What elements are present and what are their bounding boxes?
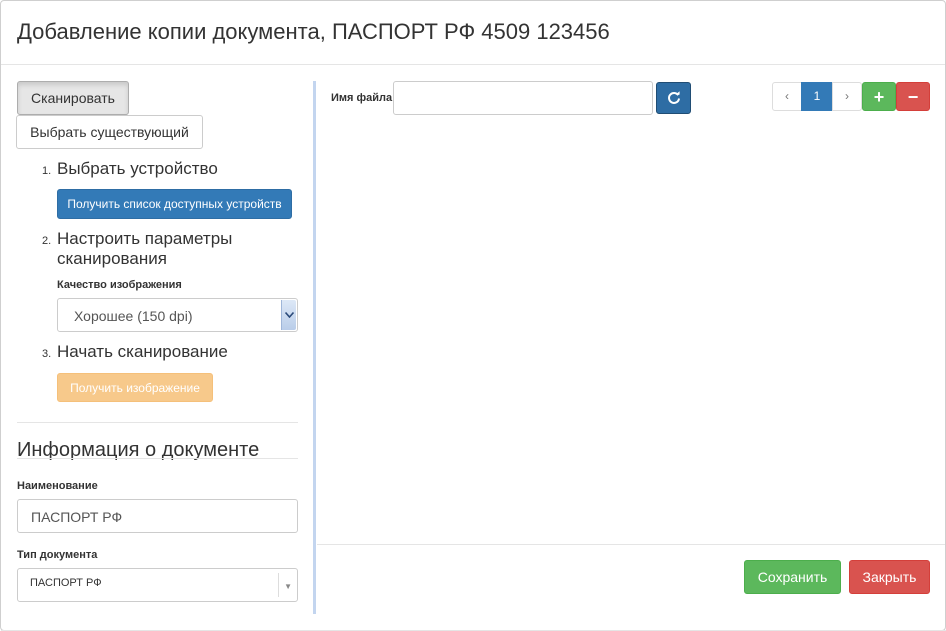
add-page-button[interactable]: + xyxy=(862,82,896,111)
close-button[interactable]: Закрыть xyxy=(849,560,930,594)
document-type-select[interactable]: ПАСПОРТ РФ ▼ xyxy=(17,568,298,602)
get-devices-button[interactable]: Получить список доступных устройств xyxy=(57,189,292,219)
footer-divider xyxy=(317,544,945,545)
minus-icon: − xyxy=(907,86,919,107)
document-name-value: ПАСПОРТ РФ xyxy=(31,509,123,525)
chevron-down-icon[interactable] xyxy=(281,300,296,330)
file-name-label: Имя файла xyxy=(331,92,393,104)
quality-label: Качество изображения xyxy=(57,279,182,291)
divider xyxy=(17,422,298,423)
get-image-button[interactable]: Получить изображение xyxy=(57,373,213,402)
save-button[interactable]: Сохранить xyxy=(744,560,841,594)
page-next-button[interactable]: › xyxy=(832,82,862,111)
select-separator xyxy=(278,573,279,597)
quality-select-value: Хорошее (150 dpi) xyxy=(74,308,193,324)
step-1-number: 1. xyxy=(42,165,52,177)
document-type-label: Тип документа xyxy=(17,549,98,561)
document-type-value: ПАСПОРТ РФ xyxy=(30,577,102,589)
step-2-title-line2: сканирования xyxy=(57,249,167,268)
quality-select[interactable]: Хорошее (150 dpi) xyxy=(57,298,298,332)
column-separator xyxy=(313,81,316,614)
page-current[interactable]: 1 xyxy=(801,82,833,111)
refresh-button[interactable] xyxy=(656,82,691,114)
step-3-number: 3. xyxy=(42,348,52,360)
divider xyxy=(17,458,298,459)
document-name-input[interactable]: ПАСПОРТ РФ xyxy=(17,499,298,533)
file-name-input[interactable] xyxy=(393,81,653,115)
remove-page-button[interactable]: − xyxy=(896,82,930,111)
step-2-title-line1: Настроить параметры xyxy=(57,229,233,248)
add-document-copy-dialog: Добавление копии документа, ПАСПОРТ РФ 4… xyxy=(0,0,946,631)
dialog-header: Добавление копии документа, ПАСПОРТ РФ 4… xyxy=(1,1,945,65)
dialog-title: Добавление копии документа, ПАСПОРТ РФ 4… xyxy=(17,19,610,44)
step-3-title: Начать сканирование xyxy=(57,342,228,361)
plus-icon: + xyxy=(873,86,885,107)
tab-select-existing[interactable]: Выбрать существующий xyxy=(16,115,203,149)
step-2-number: 2. xyxy=(42,235,52,247)
step-1-title: Выбрать устройство xyxy=(57,159,218,178)
caret-down-icon[interactable]: ▼ xyxy=(284,582,292,591)
tab-scan[interactable]: Сканировать xyxy=(17,81,129,115)
name-label: Наименование xyxy=(17,480,98,492)
page-prev-button[interactable]: ‹ xyxy=(772,82,802,111)
